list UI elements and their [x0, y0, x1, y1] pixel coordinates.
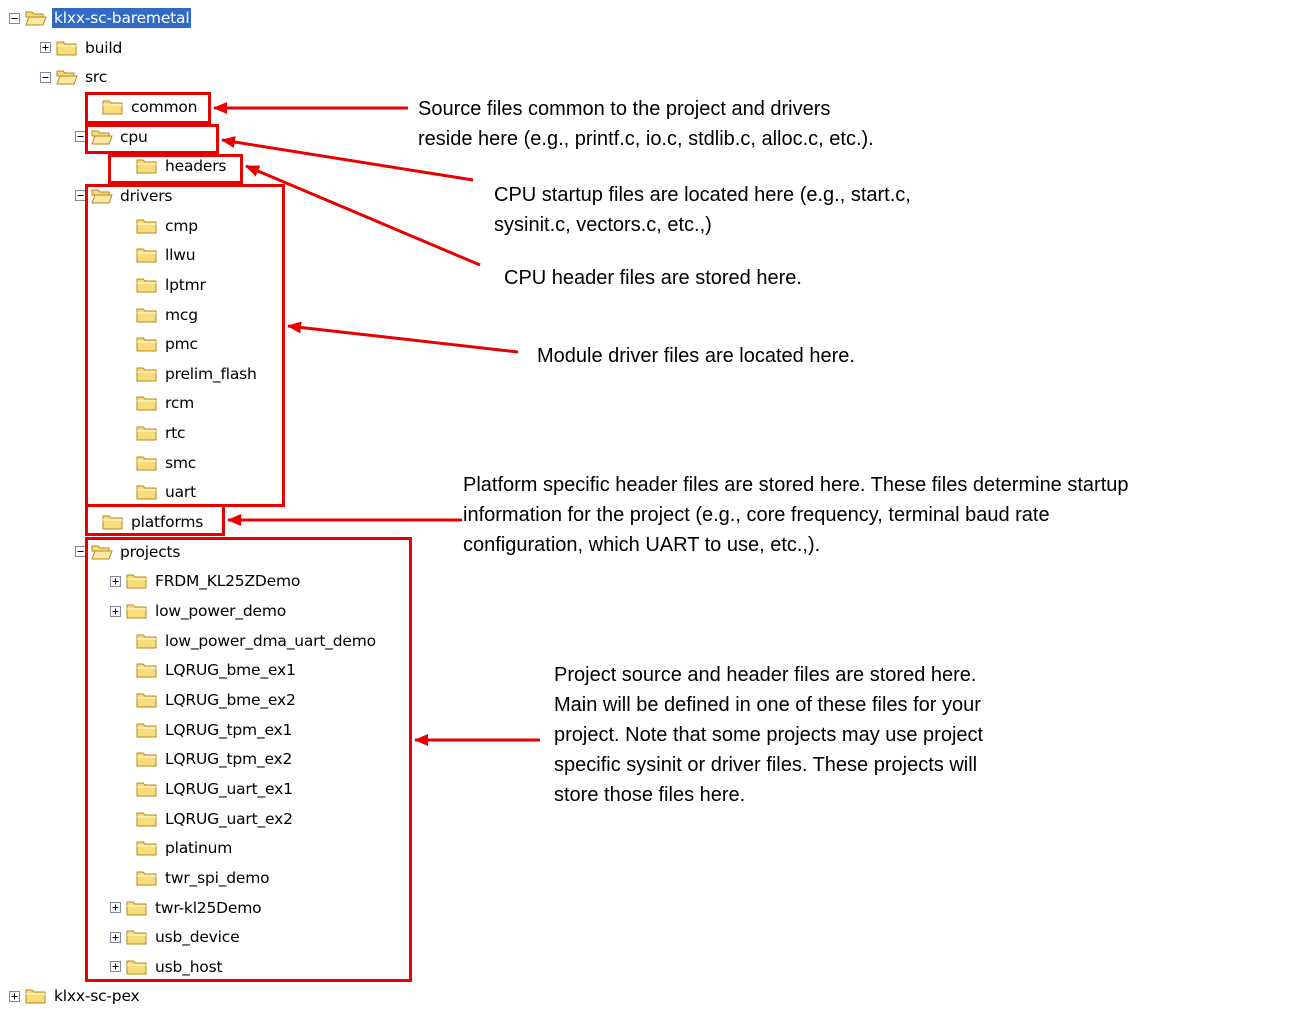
annotation-common: Source files common to the project and d…	[418, 94, 874, 154]
annotation-common-line-1: Source files common to the project and d…	[418, 98, 831, 120]
annotation-cpu-line-2: sysinit.c, vectors.c, etc.,)	[494, 214, 712, 236]
callout-box-platforms	[85, 504, 225, 536]
arrow-drivers	[287, 321, 519, 354]
annotation-projects-line-1: Project source and header files are stor…	[554, 664, 977, 686]
callout-box-headers	[108, 154, 243, 184]
annotation-platforms: Platform specific header files are store…	[463, 470, 1129, 560]
annotation-platforms-line-1: Platform specific header files are store…	[463, 474, 1129, 496]
annotation-projects-line-3: project. Note that some projects may use…	[554, 724, 984, 746]
annotation-drivers-line-1: Module driver files are located here.	[537, 345, 855, 367]
callout-box-drivers	[85, 184, 285, 507]
callout-box-cpu	[85, 124, 219, 154]
annotation-projects: Project source and header files are stor…	[554, 660, 983, 810]
annotation-headers-line-1: CPU header files are stored here.	[504, 267, 802, 289]
annotation-platforms-line-3: configuration, which UART to use, etc.,)…	[463, 534, 821, 556]
callout-box-projects	[85, 537, 412, 982]
annotation-drivers: Module driver files are located here.	[537, 341, 855, 371]
annotation-projects-line-2: Main will be defined in one of these fil…	[554, 694, 981, 716]
annotation-projects-line-5: store those files here.	[554, 784, 746, 806]
annotation-platforms-line-2: information for the project (e.g., core …	[463, 504, 1050, 526]
annotation-cpu-line-1: CPU startup files are located here (e.g.…	[494, 184, 911, 206]
annotation-common-line-2: reside here (e.g., printf.c, io.c, stdli…	[418, 128, 874, 150]
annotation-headers: CPU header files are stored here.	[504, 263, 802, 293]
annotation-cpu: CPU startup files are located here (e.g.…	[494, 180, 911, 240]
annotation-projects-line-4: specific sysinit or driver files. These …	[554, 754, 978, 776]
callout-box-common	[85, 92, 211, 124]
folder-structure-diagram: klxx-sc-baremetal build src common cpu header…	[0, 0, 1298, 1007]
